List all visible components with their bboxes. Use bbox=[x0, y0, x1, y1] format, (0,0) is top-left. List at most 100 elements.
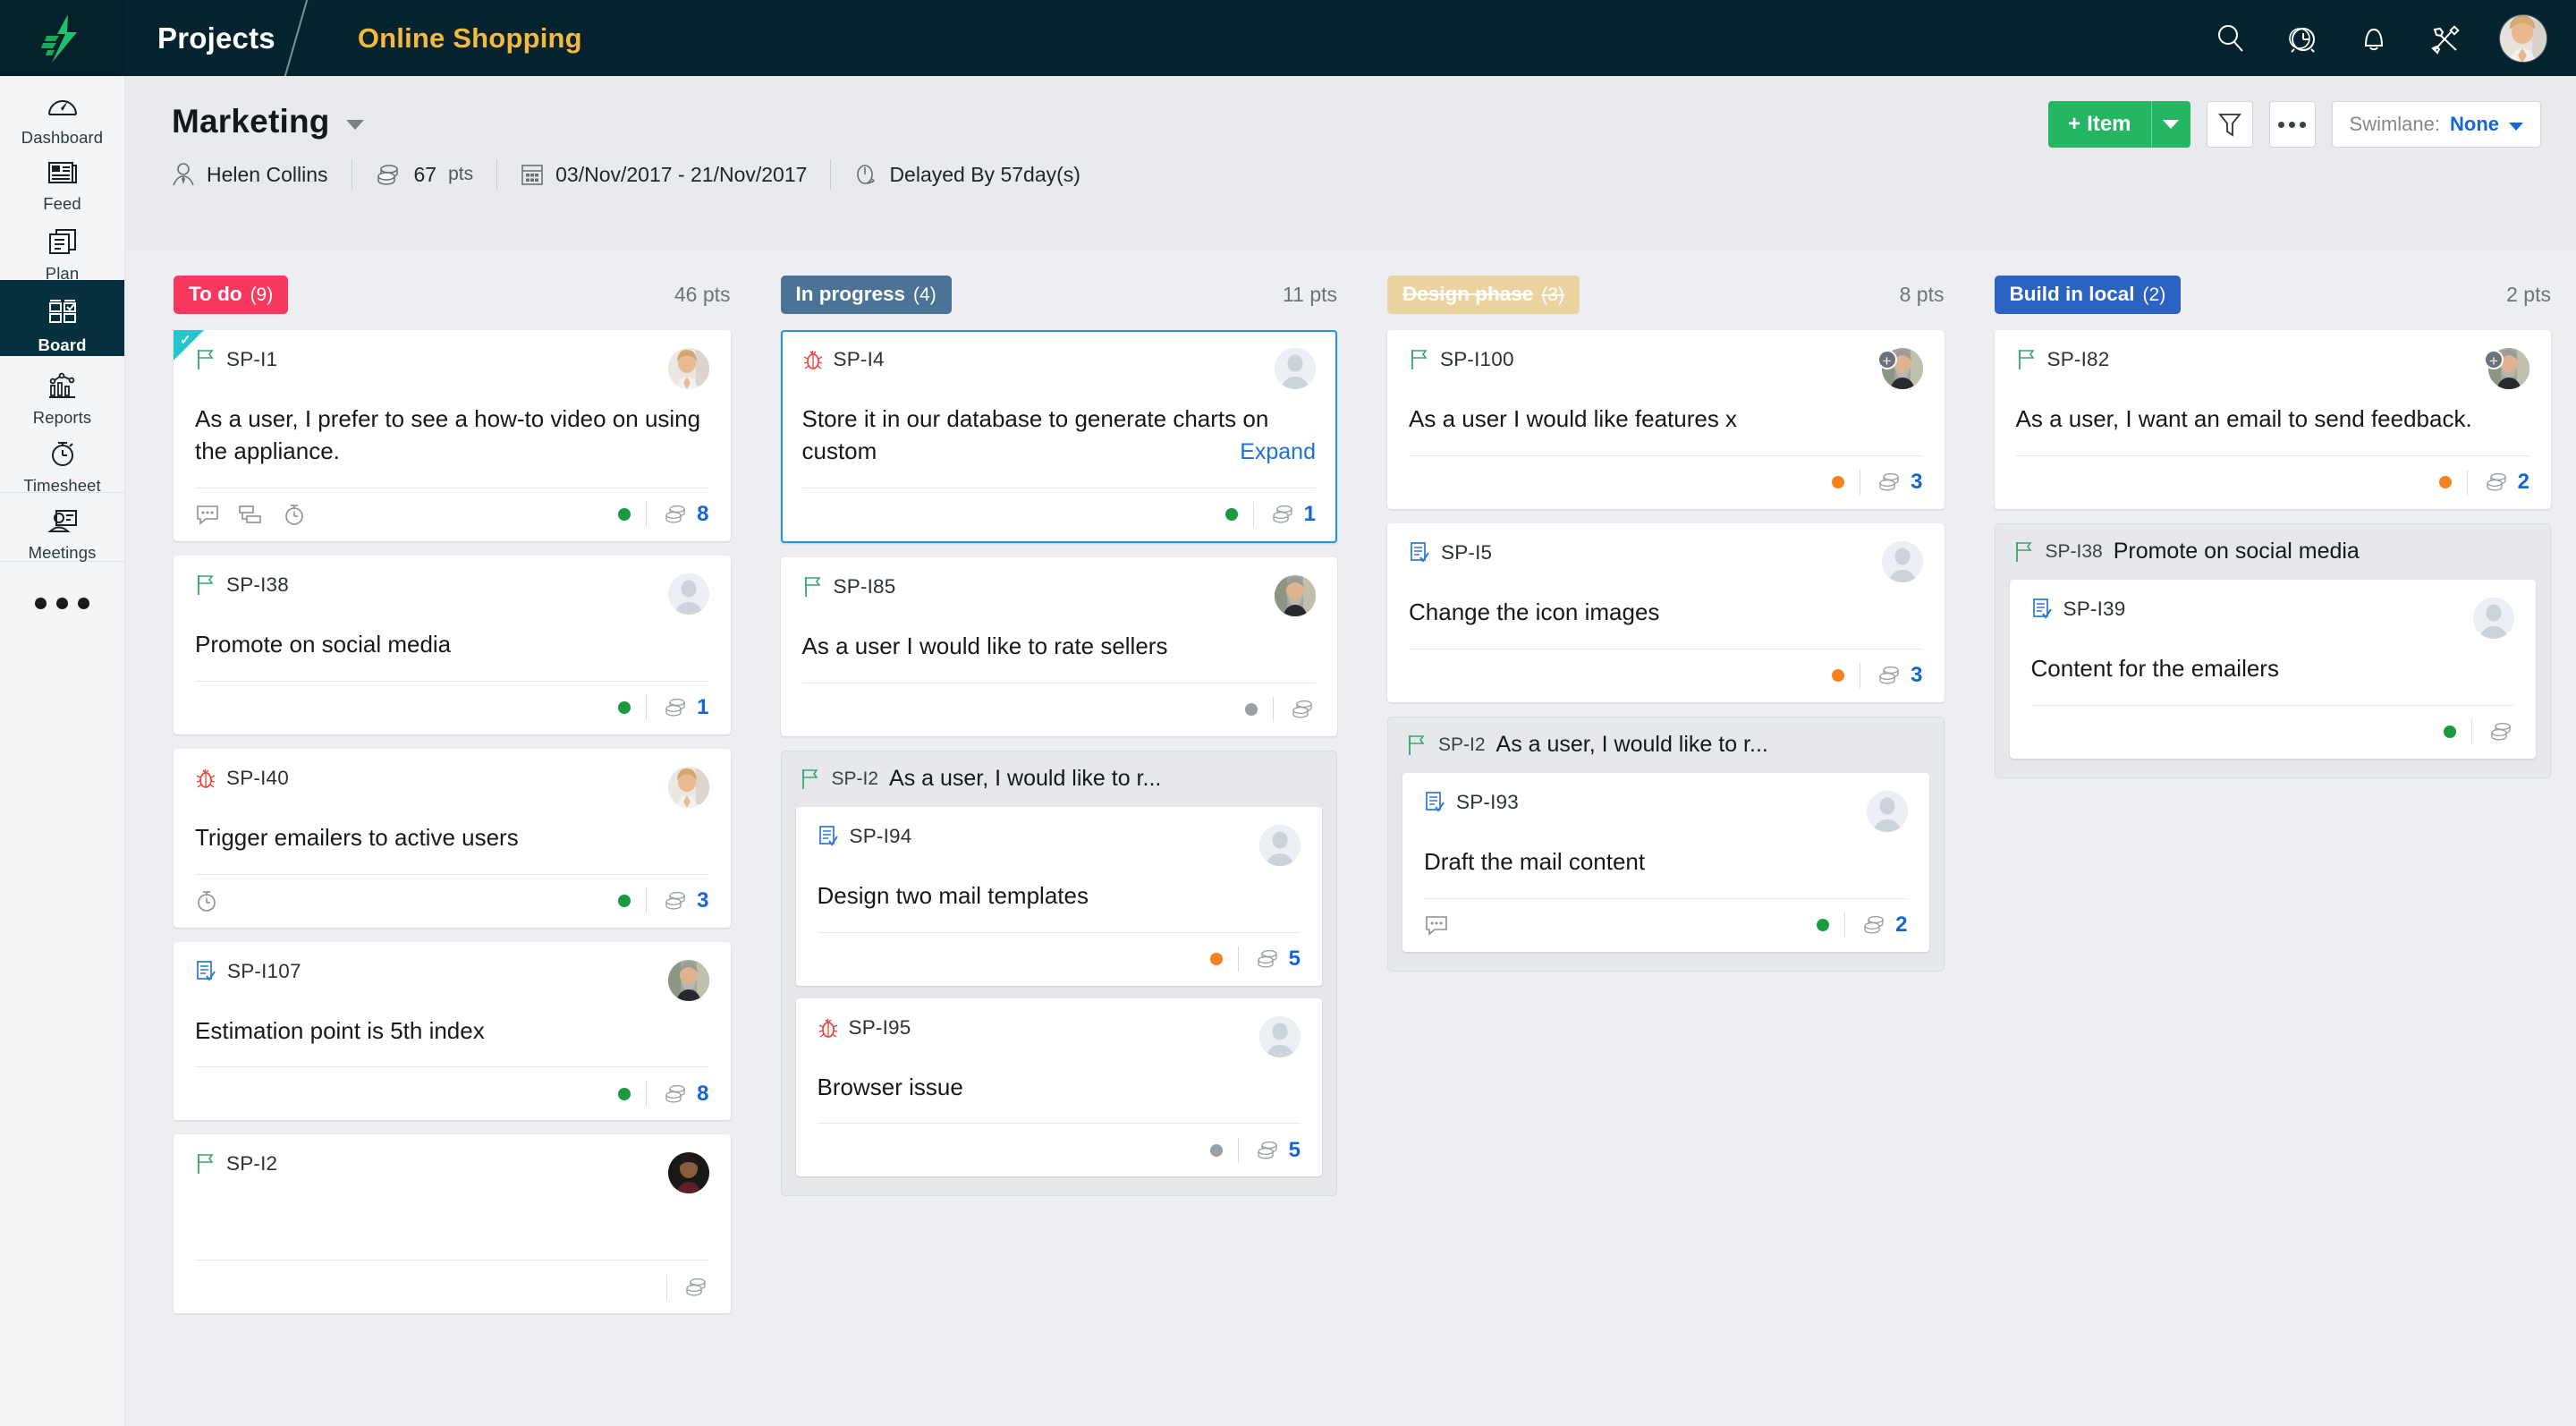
add-item-dropdown-button[interactable] bbox=[2152, 101, 2190, 148]
card-id-wrap[interactable]: SP-I94 bbox=[818, 825, 912, 848]
card-id-wrap[interactable]: SP-I85 bbox=[802, 575, 896, 598]
expand-link[interactable]: Expand bbox=[1231, 437, 1316, 468]
tools-icon[interactable] bbox=[2428, 21, 2463, 56]
card-id-wrap[interactable]: SP-I100 bbox=[1409, 348, 1514, 371]
board-card[interactable]: SP-I40 Trigger emailers to active users bbox=[174, 749, 731, 928]
timer-icon[interactable] bbox=[283, 503, 306, 526]
column-status-chip[interactable]: Build in local (2) bbox=[1995, 276, 2182, 314]
board-card[interactable]: SP-I39 Content for the emailers bbox=[2010, 580, 2537, 759]
card-id: SP-I94 bbox=[850, 825, 912, 848]
zoho-sprints-logo-icon bbox=[38, 13, 88, 64]
card-group[interactable]: SP-I38 Promote on social media SP-I39 bbox=[1995, 523, 2552, 778]
card-assignee[interactable] bbox=[1259, 1016, 1301, 1057]
card-assignee[interactable] bbox=[668, 348, 709, 389]
card-group-header[interactable]: SP-I2 As a user, I would like to r... bbox=[1402, 717, 1929, 773]
sidebar: Dashboard Feed Plan bbox=[0, 76, 125, 1426]
sidebar-item-meetings[interactable]: Meetings bbox=[0, 493, 124, 561]
column-status-chip[interactable]: In progress (4) bbox=[781, 276, 952, 314]
column-status-chip[interactable]: To do (9) bbox=[174, 276, 288, 314]
card-assignee[interactable] bbox=[668, 960, 709, 1001]
add-assignee-icon[interactable]: + bbox=[2484, 350, 2504, 369]
card-assignee[interactable] bbox=[1259, 825, 1301, 866]
card-assignee[interactable] bbox=[1275, 575, 1316, 616]
card-group[interactable]: SP-I2 As a user, I would like to r... SP… bbox=[781, 751, 1338, 1197]
card-id-wrap[interactable]: SP-I4 bbox=[802, 348, 885, 371]
timer-icon[interactable] bbox=[195, 889, 218, 912]
coins-stack-icon bbox=[1860, 913, 1887, 937]
board-card[interactable]: SP-I4 Store it in our database to genera… bbox=[781, 330, 1338, 543]
board-card[interactable]: SP-I95 Browser issue 5 bbox=[796, 998, 1323, 1177]
card-group-header[interactable]: SP-I38 Promote on social media bbox=[2010, 524, 2537, 580]
card-assignee[interactable] bbox=[668, 573, 709, 615]
board-card[interactable]: SP-I2 bbox=[174, 1134, 731, 1313]
status-dot bbox=[1245, 703, 1258, 716]
sidebar-more-button[interactable] bbox=[0, 562, 124, 644]
card-group[interactable]: SP-I2 As a user, I would like to r... SP… bbox=[1387, 717, 1945, 972]
card-id-wrap[interactable]: SP-I1 bbox=[195, 348, 277, 371]
avatar-placeholder-icon bbox=[2473, 598, 2514, 639]
board-card[interactable]: SP-I38 Promote on social media 1 bbox=[174, 556, 731, 734]
reminder-clock-icon[interactable] bbox=[2284, 21, 2320, 56]
sidebar-item-feed[interactable]: Feed bbox=[0, 144, 124, 212]
swimlane-select[interactable]: Swimlane: None bbox=[2332, 101, 2541, 148]
project-name[interactable]: Online Shopping bbox=[358, 22, 582, 55]
board-card[interactable]: SP-I100 + As a user I would like feature… bbox=[1387, 330, 1945, 509]
board-card[interactable]: SP-I94 Design two mail templates 5 bbox=[796, 807, 1323, 986]
card-assignee[interactable] bbox=[1882, 541, 1923, 582]
card-assignee[interactable] bbox=[2473, 598, 2514, 639]
card-id-wrap[interactable]: SP-I2 bbox=[195, 1152, 277, 1176]
search-icon[interactable] bbox=[2213, 21, 2249, 56]
add-item-main[interactable]: + Item bbox=[2048, 101, 2150, 148]
board-card[interactable]: SP-I5 Change the icon images 3 bbox=[1387, 523, 1945, 702]
add-assignee-icon[interactable]: + bbox=[1877, 350, 1897, 369]
card-id-wrap[interactable]: SP-I107 bbox=[195, 960, 301, 983]
card-assignee[interactable] bbox=[668, 767, 709, 808]
card-assignee[interactable]: + bbox=[1882, 348, 1923, 389]
card-id-wrap[interactable]: SP-I93 bbox=[1424, 791, 1519, 814]
filter-button[interactable] bbox=[2207, 101, 2253, 148]
comment-icon[interactable] bbox=[195, 503, 220, 526]
sidebar-item-board[interactable]: Board bbox=[0, 280, 124, 356]
card-id-wrap[interactable]: SP-I82 bbox=[2016, 348, 2110, 371]
swimlane-label: Swimlane: bbox=[2350, 113, 2440, 136]
subtask-icon[interactable] bbox=[238, 503, 265, 526]
column-status-chip[interactable]: Design phase (3) bbox=[1387, 276, 1580, 314]
card-id: SP-I100 bbox=[1440, 348, 1514, 371]
card-id-wrap[interactable]: SP-I5 bbox=[1409, 541, 1492, 564]
app-logo[interactable] bbox=[0, 0, 125, 76]
column-name: Build in local bbox=[2010, 283, 2135, 306]
card-assignee[interactable] bbox=[1867, 791, 1908, 832]
card-assignee[interactable] bbox=[668, 1152, 709, 1193]
sidebar-item-timesheet[interactable]: Timesheet bbox=[0, 424, 124, 492]
coins-stack-icon bbox=[1269, 503, 1296, 526]
board-card[interactable]: SP-I93 Draft the mail content bbox=[1402, 773, 1929, 952]
add-item-button[interactable]: + Item bbox=[2048, 101, 2190, 148]
board-card[interactable]: SP-I107 Estimation point is 5th index bbox=[174, 942, 731, 1121]
card-id-wrap[interactable]: SP-I95 bbox=[818, 1016, 911, 1040]
card-header: SP-I107 bbox=[195, 960, 709, 1008]
comment-icon[interactable] bbox=[1424, 913, 1449, 937]
board-card[interactable]: SP-I85 As a user I would like to rate se… bbox=[781, 557, 1338, 736]
story-points bbox=[682, 1276, 709, 1299]
card-assignee[interactable]: + bbox=[2488, 348, 2529, 389]
card-id-wrap[interactable]: SP-I38 bbox=[195, 573, 289, 597]
card-group-header[interactable]: SP-I2 As a user, I would like to r... bbox=[796, 751, 1323, 807]
plus-icon: + bbox=[2068, 112, 2080, 137]
card-footer-meta bbox=[1245, 697, 1316, 722]
card-id: SP-I93 bbox=[1456, 791, 1519, 814]
card-footer-meta: 8 bbox=[618, 502, 708, 527]
chevron-down-icon[interactable] bbox=[346, 120, 364, 130]
user-avatar[interactable] bbox=[2499, 14, 2547, 63]
sidebar-item-dashboard[interactable]: Dashboard bbox=[0, 76, 124, 144]
sidebar-item-reports[interactable]: Reports bbox=[0, 356, 124, 424]
board-card[interactable]: SP-I82 + As a user, I want an email to s… bbox=[1995, 330, 2552, 509]
board-card[interactable]: ✓ SP-I1 As a user, I prefer to see a how… bbox=[174, 330, 731, 541]
card-id-wrap[interactable]: SP-I39 bbox=[2031, 598, 2126, 621]
sidebar-item-plan[interactable]: Plan bbox=[0, 212, 124, 280]
notification-bell-icon[interactable] bbox=[2356, 21, 2392, 56]
story-points-value: 5 bbox=[1289, 1138, 1301, 1163]
board-more-button[interactable] bbox=[2269, 101, 2316, 148]
card-id-wrap[interactable]: SP-I40 bbox=[195, 767, 289, 790]
feed-news-icon bbox=[47, 159, 78, 186]
card-assignee[interactable] bbox=[1275, 348, 1316, 389]
